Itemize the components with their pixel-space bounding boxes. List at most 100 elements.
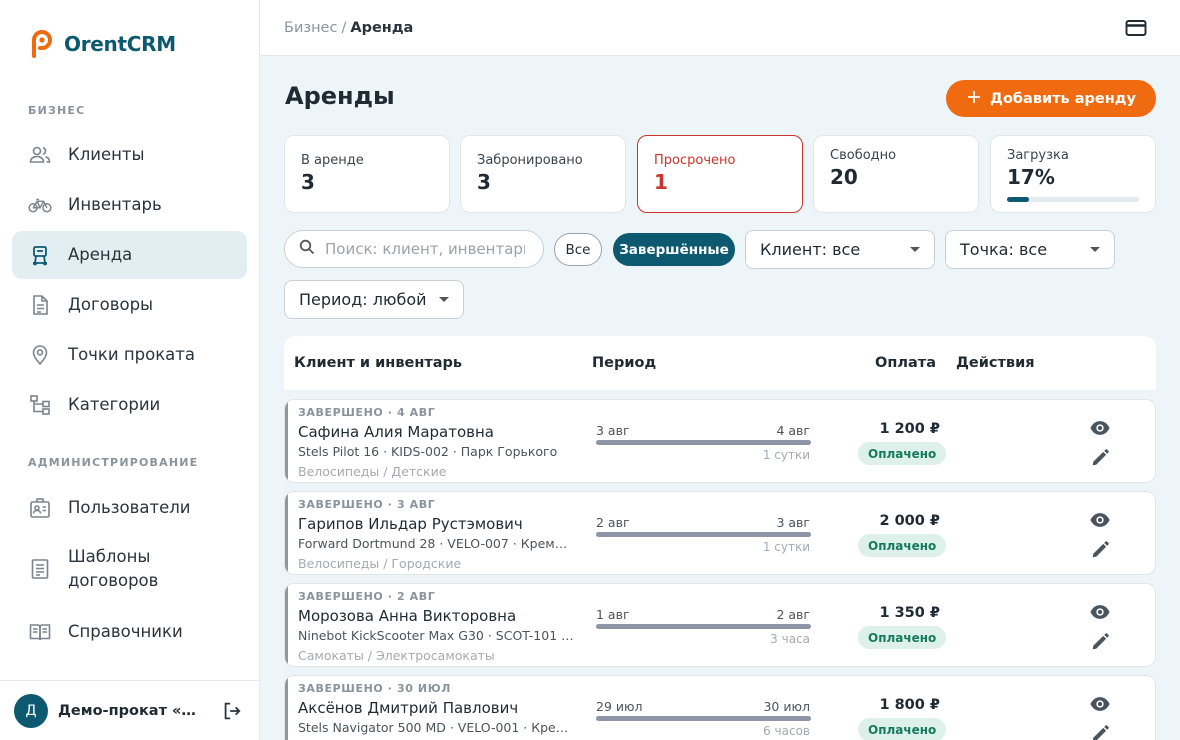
chevron-down-icon <box>439 297 449 302</box>
filter-chip-completed[interactable]: Завершённые <box>613 233 735 266</box>
users-icon <box>28 143 52 167</box>
inventory-item: Stels Navigator 500 MD · VELO-001 · Крем… <box>298 720 574 735</box>
sidebar-item-rentals[interactable]: Аренда <box>12 231 247 279</box>
rental-status: ЗАВЕРШЕНО · 2 АВГ <box>298 590 436 603</box>
eye-icon[interactable] <box>1089 417 1111 439</box>
period-progress-fill <box>596 532 811 537</box>
period-progress-fill <box>596 624 811 629</box>
stat-label: Свободно <box>830 148 897 163</box>
client-name[interactable]: Аксёнов Дмитрий Павлович <box>298 699 518 717</box>
sidebar-item-templates[interactable]: Шаблоны договоров <box>12 537 247 601</box>
stat-card-load[interactable]: Загрузка 17% <box>990 135 1156 213</box>
stat-value: 17% <box>1007 165 1055 189</box>
sidebar-item-categories[interactable]: Категории <box>12 381 247 429</box>
sidebar-item-label: Аренда <box>68 245 133 264</box>
sidebar-item-label: Справочники <box>68 622 183 641</box>
breadcrumb: Бизнес / Аренда <box>284 20 413 36</box>
breadcrumb-current: Аренда <box>350 19 414 36</box>
search-input[interactable] <box>325 240 525 258</box>
chevron-down-icon <box>910 247 920 252</box>
period-end: 4 авг <box>776 423 810 438</box>
table-row[interactable]: ЗАВЕРШЕНО · 3 АВГ Гарипов Ильдар Рустэмов… <box>284 491 1156 575</box>
sidebar-item-dictionaries[interactable]: Справочники <box>12 608 247 656</box>
eye-icon[interactable] <box>1089 509 1111 531</box>
add-rental-button[interactable]: Добавить аренду <box>946 80 1156 117</box>
table-row[interactable]: ЗАВЕРШЕНО · 4 АВГ Сафина Алия Маратовна St… <box>284 399 1156 483</box>
document-icon <box>28 293 52 317</box>
stat-card-booked[interactable]: Забронировано 3 <box>460 135 626 213</box>
sidebar-item-label: Шаблоны договоров <box>68 547 159 590</box>
stat-card-in-rent[interactable]: В аренде 3 <box>284 135 450 213</box>
sidebar-item-label: Договоры <box>68 295 154 314</box>
pencil-icon[interactable] <box>1089 447 1111 469</box>
breadcrumb-parent[interactable]: Бизнес <box>284 20 337 36</box>
column-header-client[interactable]: Клиент и инвентарь <box>294 355 462 371</box>
sidebar-item-inventory[interactable]: Инвентарь <box>12 181 247 229</box>
period-start: 1 авг <box>596 607 630 622</box>
rental-status: ЗАВЕРШЕНО · 4 АВГ <box>298 406 436 419</box>
client-filter-select[interactable]: Клиент: все <box>745 230 935 269</box>
period-filter-select[interactable]: Период: любой <box>284 280 464 319</box>
breadcrumb-separator: / <box>341 19 347 36</box>
payment-status-badge: Оплачено <box>858 534 947 557</box>
column-header-payment[interactable]: Оплата <box>844 355 936 371</box>
payment-amount: 2 000 ₽ <box>879 513 940 529</box>
period-progress-bar <box>596 532 811 537</box>
period-end: 2 авг <box>776 607 810 622</box>
section-label-business: БИЗНЕС <box>28 104 86 117</box>
filter-chip-all[interactable]: Все <box>554 233 602 266</box>
payment-amount: 1 200 ₽ <box>879 421 940 437</box>
sidebar-item-points[interactable]: Точки проката <box>12 331 247 379</box>
payment-status-badge: Оплачено <box>858 626 947 649</box>
column-header-period[interactable]: Период <box>592 355 656 371</box>
sidebar-item-label: Инвентарь <box>68 195 162 214</box>
payment-amount: 1 800 ₽ <box>879 697 940 713</box>
sidebar-item-users[interactable]: Пользователи <box>12 484 247 532</box>
inventory-category: Велосипеды / Детские <box>298 464 447 479</box>
table-row[interactable]: ЗАВЕРШЕНО · 2 АВГ Морозова Анна Викторовн… <box>284 583 1156 667</box>
client-name[interactable]: Сафина Алия Маратовна <box>298 423 494 441</box>
stat-label: Забронировано <box>477 153 583 168</box>
pencil-icon[interactable] <box>1089 539 1111 561</box>
pencil-icon[interactable] <box>1089 723 1111 740</box>
chevron-down-icon <box>1090 247 1100 252</box>
point-filter-select[interactable]: Точка: все <box>945 230 1115 269</box>
search-box[interactable] <box>284 230 544 268</box>
stat-card-overdue[interactable]: Просрочено 1 <box>637 135 803 213</box>
sidebar-item-contracts[interactable]: Договоры <box>12 281 247 329</box>
client-name[interactable]: Гарипов Ильдар Рустэмович <box>298 515 523 533</box>
rental-duration: 1 сутки <box>762 448 810 462</box>
page-title: Аренды <box>285 82 395 110</box>
client-name[interactable]: Морозова Анна Викторовна <box>298 607 516 625</box>
book-icon <box>28 620 52 644</box>
table-row[interactable]: ЗАВЕРШЕНО · 30 ИЮЛ Аксёнов Дмитрий Павлов… <box>284 675 1156 740</box>
period-start: 29 июл <box>596 699 643 714</box>
rental-status: ЗАВЕРШЕНО · 30 ИЮЛ <box>298 682 451 695</box>
period-filter-value: Период: любой <box>299 290 427 309</box>
app-logo[interactable]: OrentCRM <box>28 30 176 58</box>
search-icon <box>299 239 315 259</box>
rental-duration: 6 часов <box>763 724 810 738</box>
sidebar-footer: Д Демо-прокат «Двa колеса» <box>0 680 259 740</box>
column-header-actions: Действия <box>956 355 1035 371</box>
pencil-icon[interactable] <box>1089 631 1111 653</box>
stat-card-free[interactable]: Свободно 20 <box>813 135 979 213</box>
sidebar-item-label: Точки проката <box>68 345 196 364</box>
payment-amount: 1 350 ₽ <box>879 605 940 621</box>
location-pin-icon <box>28 343 52 367</box>
logout-icon[interactable] <box>220 699 244 723</box>
stat-label: В аренде <box>301 153 364 168</box>
sidebar-item-clients[interactable]: Клиенты <box>12 131 247 179</box>
app-name: OrentCRM <box>64 32 176 56</box>
inventory-item: Forward Dortmund 28 · VELO-007 · Кремлёв… <box>298 536 574 551</box>
credit-card-icon[interactable] <box>1124 16 1148 40</box>
load-progress-fill <box>1007 197 1030 202</box>
load-progress-bar <box>1007 197 1139 202</box>
avatar[interactable]: Д <box>14 693 48 728</box>
period-progress-fill <box>596 440 811 445</box>
point-filter-value: Точка: все <box>960 240 1048 259</box>
eye-icon[interactable] <box>1089 601 1111 623</box>
orentcrm-logo-icon <box>32 30 53 58</box>
eye-icon[interactable] <box>1089 693 1111 715</box>
stat-value: 3 <box>477 170 491 194</box>
